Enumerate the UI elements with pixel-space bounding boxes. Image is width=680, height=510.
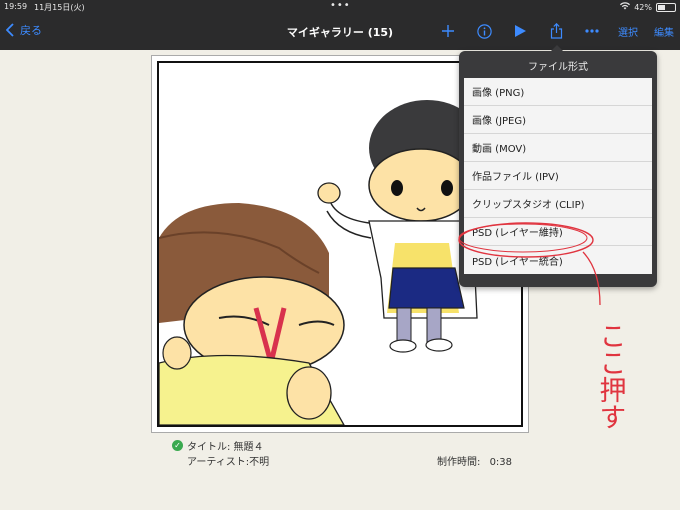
wifi-icon	[620, 2, 631, 12]
status-right: 42%	[620, 2, 676, 12]
creation-time-value: 0:38	[489, 457, 513, 468]
nav-actions: 選択 編集	[438, 20, 674, 42]
format-option-psd-layers[interactable]: PSD (レイヤー維持)	[464, 218, 652, 246]
format-list: 画像 (PNG) 画像 (JPEG) 動画 (MOV) 作品ファイル (IPV)…	[464, 78, 652, 274]
edit-button[interactable]: 編集	[654, 24, 674, 39]
popover-arrow	[550, 45, 564, 52]
plus-icon[interactable]	[438, 20, 458, 42]
status-time: 19:59	[4, 2, 28, 11]
select-button[interactable]: 選択	[618, 24, 638, 39]
creation-time-label: 制作時間:	[437, 457, 481, 468]
navigation-bar: 戻る マイギャラリー (15) 選択 編集	[0, 14, 680, 50]
status-bar: 19:59 11月15日(火) ••• 42%	[0, 0, 680, 14]
format-option-mov[interactable]: 動画 (MOV)	[464, 134, 652, 162]
format-option-clip[interactable]: クリップスタジオ (CLIP)	[464, 190, 652, 218]
share-icon[interactable]	[546, 20, 566, 42]
creation-time: 制作時間: 0:38	[437, 453, 512, 468]
annotation-text: ここ押す	[595, 322, 626, 430]
format-option-jpeg[interactable]: 画像 (JPEG)	[464, 106, 652, 134]
format-option-png[interactable]: 画像 (PNG)	[464, 78, 652, 106]
artwork-title: タイトル: 無題４	[187, 442, 264, 453]
check-circle-icon: ✓	[172, 440, 183, 451]
popover-title: ファイル形式	[528, 62, 588, 73]
battery-icon	[656, 2, 676, 12]
battery-percent: 42%	[634, 2, 652, 12]
title-row: ✓ タイトル: 無題４	[172, 438, 269, 453]
info-icon[interactable]	[474, 20, 494, 42]
multitasking-dots-icon[interactable]: •••	[330, 0, 351, 11]
export-format-popover: ファイル形式 画像 (PNG) 画像 (JPEG) 動画 (MOV) 作品ファイ…	[459, 45, 657, 287]
play-icon[interactable]	[510, 20, 530, 42]
more-icon[interactable]	[582, 20, 602, 42]
artwork-info: ✓ タイトル: 無題４ アーティスト:不明	[172, 438, 269, 468]
format-option-psd-flattened[interactable]: PSD (レイヤー統合)	[464, 246, 652, 274]
artwork-artist: アーティスト:不明	[187, 457, 270, 468]
status-date: 11月15日(火)	[34, 3, 85, 12]
format-option-ipv[interactable]: 作品ファイル (IPV)	[464, 162, 652, 190]
artist-row: アーティスト:不明	[172, 453, 269, 468]
